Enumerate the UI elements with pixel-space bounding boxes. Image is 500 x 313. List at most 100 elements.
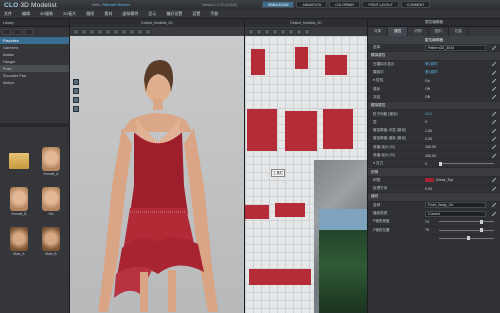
property-slider[interactable] [439, 161, 494, 166]
thumb-kid[interactable]: Kid [35, 187, 67, 223]
menu-2d-pattern[interactable]: 2D板片 [63, 11, 76, 17]
pencil-icon[interactable] [492, 136, 496, 141]
pattern-piece[interactable] [325, 55, 347, 75]
menu-3d-garment[interactable]: 3D服装 [40, 11, 53, 17]
property-value[interactable]: Pattern2D_3044 [425, 44, 486, 51]
pattern-piece[interactable] [251, 49, 265, 75]
menu-settings[interactable]: 设置 [192, 11, 200, 17]
simulate-icon[interactable] [113, 28, 119, 35]
mode-simulation-button[interactable]: SIMULATION [262, 1, 295, 8]
panel-divider[interactable] [0, 123, 70, 127]
menu-materials[interactable]: 素材 [104, 11, 112, 17]
pencil-icon[interactable] [492, 62, 496, 67]
polygon-tool-icon[interactable] [264, 28, 270, 35]
menu-manual[interactable]: 手册 [210, 11, 218, 17]
property-value[interactable]: Dress_Top [425, 178, 492, 183]
thumb-male-a[interactable]: Male_A [3, 227, 35, 263]
pattern-piece[interactable] [249, 269, 311, 285]
fabric-swatch[interactable] [425, 178, 434, 183]
pencil-icon[interactable] [492, 87, 496, 92]
mode-colorway-button[interactable]: COLORWAY [329, 1, 361, 8]
pencil-icon[interactable] [492, 186, 496, 191]
menu-avatar[interactable]: 虚拟模特 [122, 11, 138, 17]
tab-object[interactable]: 对象 [368, 27, 389, 36]
move-tool-icon[interactable] [81, 28, 87, 35]
property-value[interactable]: 第1原样 [425, 62, 492, 67]
library-item-pose[interactable]: Pose [0, 65, 69, 72]
thumb-male-b[interactable]: Male_B [35, 227, 67, 263]
library-tab-grid-icon[interactable] [2, 29, 11, 35]
select-tool-icon[interactable] [73, 28, 79, 35]
property-value[interactable]: Off [425, 87, 492, 91]
tab-fabric[interactable]: 织物 [408, 27, 429, 36]
property-value[interactable]: Front_Body_Ctr [425, 202, 486, 209]
pencil-icon[interactable] [492, 45, 496, 50]
pattern-piece[interactable] [275, 203, 305, 217]
pencil-icon[interactable] [492, 112, 496, 117]
pencil-icon[interactable] [492, 78, 496, 83]
slider-handle[interactable] [479, 219, 483, 224]
tab-property[interactable]: 属性 [388, 27, 409, 36]
segment-sewing-icon[interactable] [296, 28, 302, 35]
brush-tool-icon[interactable] [121, 28, 127, 35]
slider-handle[interactable] [439, 161, 442, 166]
pencil-icon[interactable] [492, 203, 496, 208]
internal-line-icon[interactable] [280, 28, 286, 35]
library-item-favorites[interactable]: Favorites [0, 37, 69, 44]
property-value[interactable]: 1.00 [425, 129, 492, 133]
property-value[interactable]: 0 [425, 120, 492, 124]
thumb-female-b[interactable]: Female_B [3, 187, 35, 223]
property-value[interactable]: On [425, 79, 492, 83]
pattern-piece[interactable] [323, 109, 353, 149]
pencil-icon[interactable] [492, 70, 496, 75]
property-value[interactable]: 100.00 [425, 154, 492, 158]
measure-tool-icon[interactable] [129, 28, 135, 35]
property-section-header[interactable]: 模拟属性 [368, 52, 500, 61]
library-tab-list-icon[interactable] [13, 29, 22, 35]
property-slider[interactable] [439, 228, 494, 233]
library-item-hanger[interactable]: Hanger [0, 58, 69, 65]
menu-file[interactable]: 文件 [4, 11, 12, 17]
pattern-piece[interactable] [295, 47, 308, 69]
tack-tool-icon[interactable] [105, 28, 111, 35]
thumb-female-a[interactable]: Female_A [35, 147, 67, 183]
property-section-header[interactable]: 织物 [368, 168, 500, 177]
pencil-icon[interactable] [492, 178, 496, 183]
property-value[interactable]: 0.00 [425, 187, 492, 191]
property-section-header[interactable]: 缝线 [368, 193, 500, 202]
property-value[interactable]: 75 [425, 228, 439, 232]
property-value[interactable]: 100.00 [425, 145, 492, 149]
pattern-select-icon[interactable] [248, 28, 254, 35]
menu-edit[interactable]: 编辑 [22, 11, 30, 17]
property-value[interactable]: Curved [425, 210, 486, 217]
library-item-avatar[interactable]: Avatar [0, 51, 69, 58]
slider-handle[interactable] [480, 228, 484, 233]
library-item-garment[interactable]: Garment [0, 44, 69, 51]
menu-display[interactable]: 显示 [148, 11, 156, 17]
pattern-piece[interactable] [245, 205, 269, 219]
seam-tool-icon[interactable] [288, 28, 294, 35]
edit-point-icon[interactable] [256, 28, 262, 35]
mode-animation-button[interactable]: ANIMATION [296, 1, 328, 8]
slider-handle[interactable] [466, 236, 470, 241]
property-value[interactable]: 74 [425, 220, 439, 224]
menu-sewing[interactable]: 缝纫 [86, 11, 94, 17]
pattern-piece[interactable] [285, 111, 317, 151]
pencil-icon[interactable] [492, 95, 496, 100]
property-slider[interactable] [439, 236, 494, 241]
property-value[interactable]: 0 [425, 162, 439, 166]
pin-tool-icon[interactable] [89, 28, 95, 35]
texture-tool-icon[interactable] [137, 28, 143, 35]
toolbar-popup[interactable]: 工具栏 [271, 169, 285, 177]
mode-comment-button[interactable]: COMMENT [400, 1, 431, 8]
pencil-icon[interactable] [492, 128, 496, 133]
fold-tool-icon[interactable] [97, 28, 103, 35]
pencil-icon[interactable] [492, 120, 496, 125]
library-item-shoulder-pad[interactable]: Shoulder Pad [0, 72, 69, 79]
rectangle-tool-icon[interactable] [272, 28, 278, 35]
pattern-piece[interactable] [247, 109, 277, 151]
library-item-motion[interactable]: Motion [0, 79, 69, 86]
user-name-link[interactable]: Fitfemale Member [102, 3, 130, 7]
property-value[interactable]: Off [425, 95, 492, 99]
pencil-icon[interactable] [492, 211, 496, 216]
